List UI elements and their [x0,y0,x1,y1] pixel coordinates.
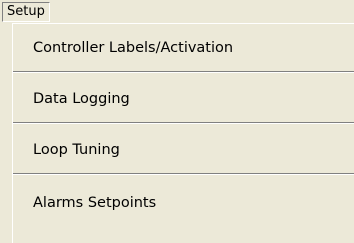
menu-item-label: Controller Labels/Activation [33,40,234,56]
setup-menu-title[interactable]: Setup [2,2,50,22]
setup-menu-window: Setup Controller Labels/Activation Data … [0,0,354,243]
setup-dropdown-menu: Controller Labels/Activation Data Loggin… [12,23,354,243]
menu-item-alarms-setpoints[interactable]: Alarms Setpoints [13,177,354,243]
menu-item-loop-tuning[interactable]: Loop Tuning [13,126,354,174]
menu-item-controller-labels-activation[interactable]: Controller Labels/Activation [13,24,354,72]
menu-item-label: Alarms Setpoints [33,195,157,211]
menu-bar: Setup [0,0,354,24]
menu-item-label: Loop Tuning [33,142,120,158]
menu-item-label: Data Logging [33,91,130,107]
menu-item-data-logging[interactable]: Data Logging [13,75,354,123]
